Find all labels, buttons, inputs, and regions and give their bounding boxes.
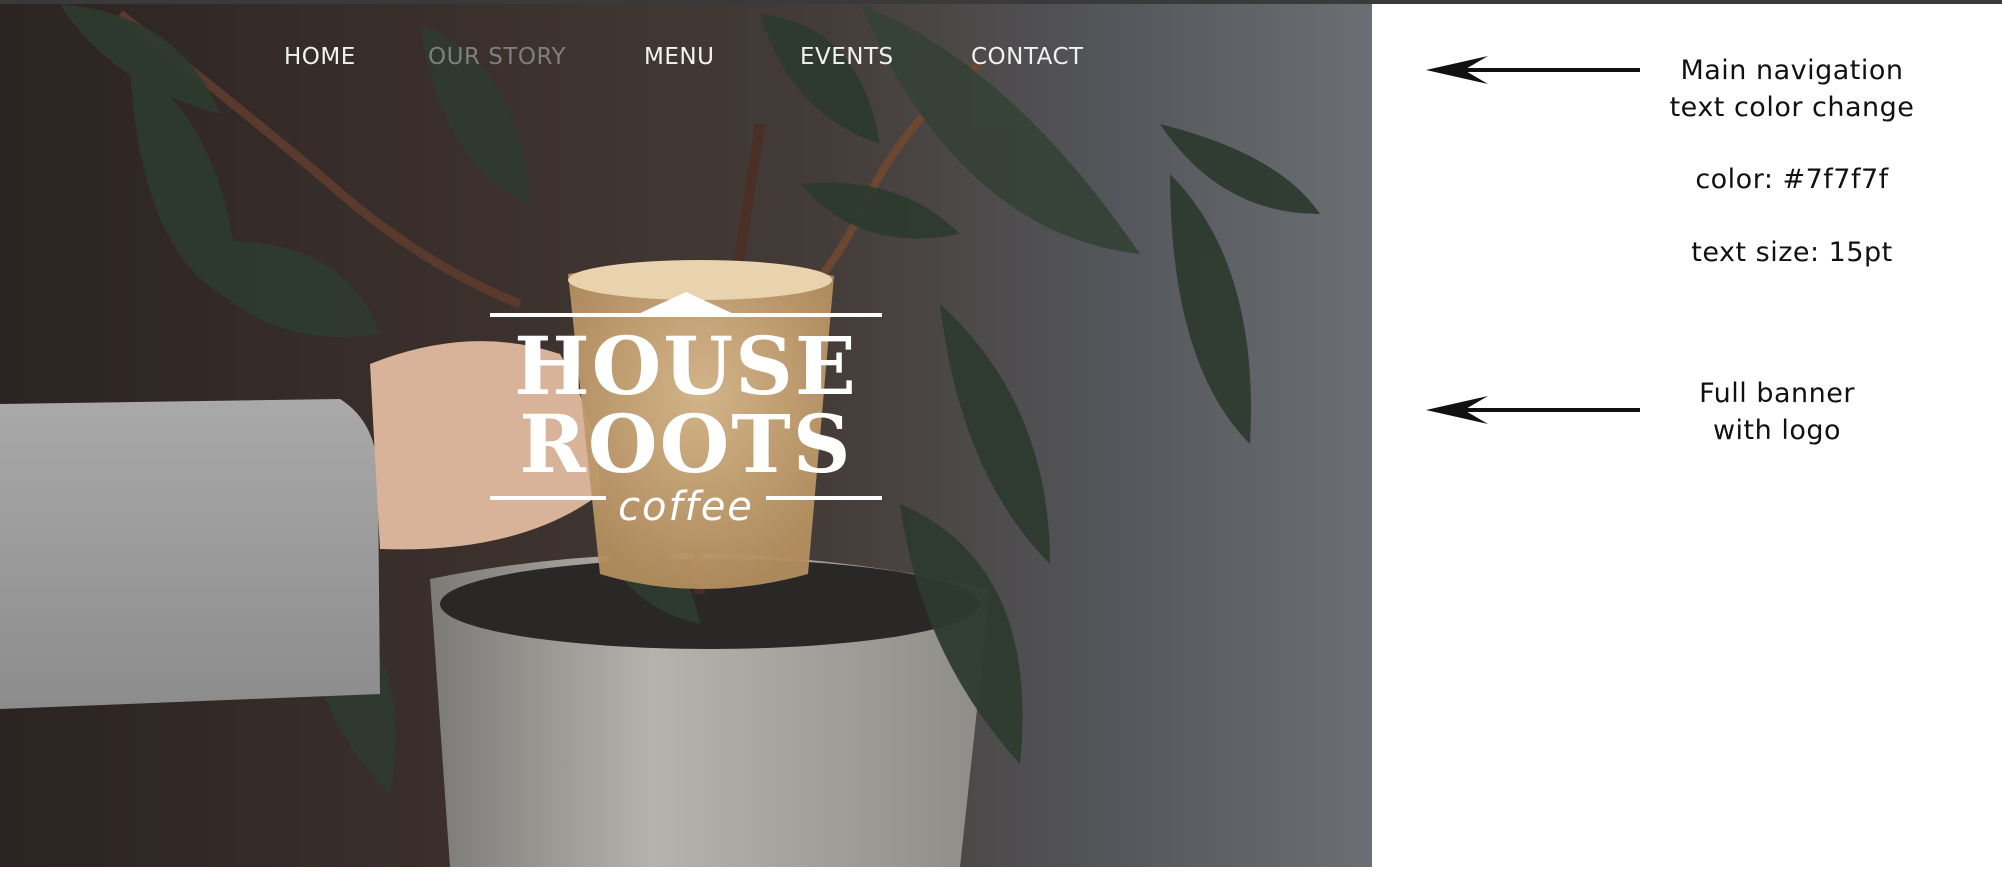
left-arrow-icon xyxy=(1426,56,1640,84)
banner-annotation-line1: Full banner xyxy=(1699,378,1855,409)
nav-item-menu[interactable]: MENU xyxy=(644,44,714,70)
left-arrow-icon xyxy=(1426,396,1640,424)
nav-annotation-line1: Main navigation xyxy=(1680,55,1904,86)
logo-line-roots: ROOTS xyxy=(519,397,852,491)
nav-annotation: Main navigation text color change xyxy=(1640,52,1944,126)
nav-item-home[interactable]: HOME xyxy=(284,44,356,70)
main-navigation: HOME OUR STORY MENU EVENTS CONTACT xyxy=(0,44,1372,84)
size-annotation: text size: 15pt xyxy=(1691,237,1893,268)
color-annotation: color: #7f7f7f xyxy=(1695,164,1889,195)
nav-item-our-story[interactable]: OUR STORY xyxy=(428,44,566,70)
hero-banner: HOME OUR STORY MENU EVENTS CONTACT HOUSE… xyxy=(0,4,1372,867)
nav-item-contact[interactable]: CONTACT xyxy=(971,44,1084,70)
logo-line-coffee: coffee xyxy=(618,484,754,530)
house-roots-logo: HOUSE ROOTS coffee xyxy=(490,292,882,530)
banner-annotation: Full banner with logo xyxy=(1640,375,1914,449)
nav-annotation-line2: text color change xyxy=(1669,92,1915,123)
banner-annotation-line2: with logo xyxy=(1712,415,1842,446)
nav-item-events[interactable]: EVENTS xyxy=(800,44,894,70)
